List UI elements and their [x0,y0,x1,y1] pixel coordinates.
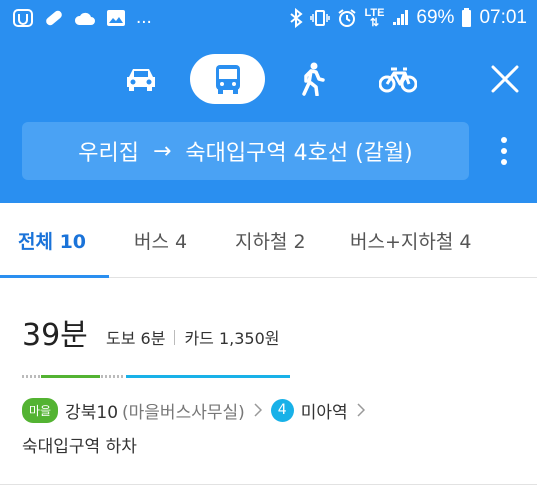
mode-bus-button[interactable] [190,54,265,104]
chevron-right-icon [254,403,262,417]
route-duration: 39분 [22,318,88,353]
alarm-icon [338,9,357,27]
bluetooth-icon [290,8,304,28]
more-dot [501,137,507,143]
route-meta: 도보 6분 카드 1,350원 [106,325,280,349]
mode-car-button[interactable] [111,54,171,104]
status-ellipsis: ... [136,7,152,28]
subway-line-badge: 4 [270,398,294,422]
transport-mode-bar [0,50,537,108]
walk-time: 도보 6분 [106,329,166,348]
walk-icon [302,62,325,96]
close-button[interactable] [482,56,528,102]
mode-bike-button[interactable] [368,54,428,104]
battery-percent: 69% [416,7,455,28]
more-options-button[interactable] [490,127,518,175]
route-segment-bar [22,375,290,378]
bus-detail: (마을버스사무실) [122,402,245,423]
lte-arrows: ⇅ [369,17,380,29]
bus-icon [215,65,240,94]
tab-bus-subway[interactable]: 버스+지하철 4 [350,203,471,277]
more-dot [501,159,507,165]
car-icon [127,69,155,91]
route-arrow: → [152,138,172,164]
route-legs: 마을 강북10 (마을버스사무실) 4 미아역 [22,397,374,423]
status-bar-right: LTE ⇅ 69% 07:01 [289,7,527,29]
app-notification-icon [13,9,33,27]
route-destination: 숙대입구역 4호선 (갈월) [185,141,413,166]
tab-bus[interactable]: 버스 4 [134,203,187,277]
battery-icon [462,8,472,27]
status-bar: ... LTE ⇅ 69% 07:01 [0,0,537,36]
route-origin: 우리집 [78,141,139,166]
close-icon [491,65,519,93]
more-dot [501,148,507,154]
alight-station: 숙대입구역 하차 [22,437,137,457]
lte-icon: LTE ⇅ [364,8,384,29]
header: ... LTE ⇅ 69% 07:01 우리집 → 숙대입구역 4호선 (갈월) [0,0,537,203]
pill-icon [46,10,62,26]
signal-icon [393,10,409,25]
cloud-icon [74,12,95,25]
village-bus-badge: 마을 [22,397,59,423]
card-divider [0,484,537,485]
bus-name: 강북10 [65,402,119,423]
mode-walk-button[interactable] [282,54,342,104]
tab-subway[interactable]: 지하철 2 [235,203,306,277]
route-result-card[interactable]: 39분 도보 6분 카드 1,350원 마을 강북10 (마을버스사무실) 4 … [0,278,537,501]
image-icon [107,10,125,26]
clock: 07:01 [479,7,527,28]
route-summary-box[interactable]: 우리집 → 숙대입구역 4호선 (갈월) [22,122,469,180]
tab-all[interactable]: 전체 10 [18,203,86,277]
bike-icon [379,67,417,93]
vibrate-icon [310,10,331,26]
fare: 카드 1,350원 [184,329,280,348]
chevron-right-icon [357,403,365,417]
status-bar-left: ... [12,7,152,29]
route-type-tabs: 전체 10 버스 4 지하철 2 버스+지하철 4 [0,203,537,278]
station-name: 미아역 [300,402,348,423]
meta-separator [174,329,176,345]
